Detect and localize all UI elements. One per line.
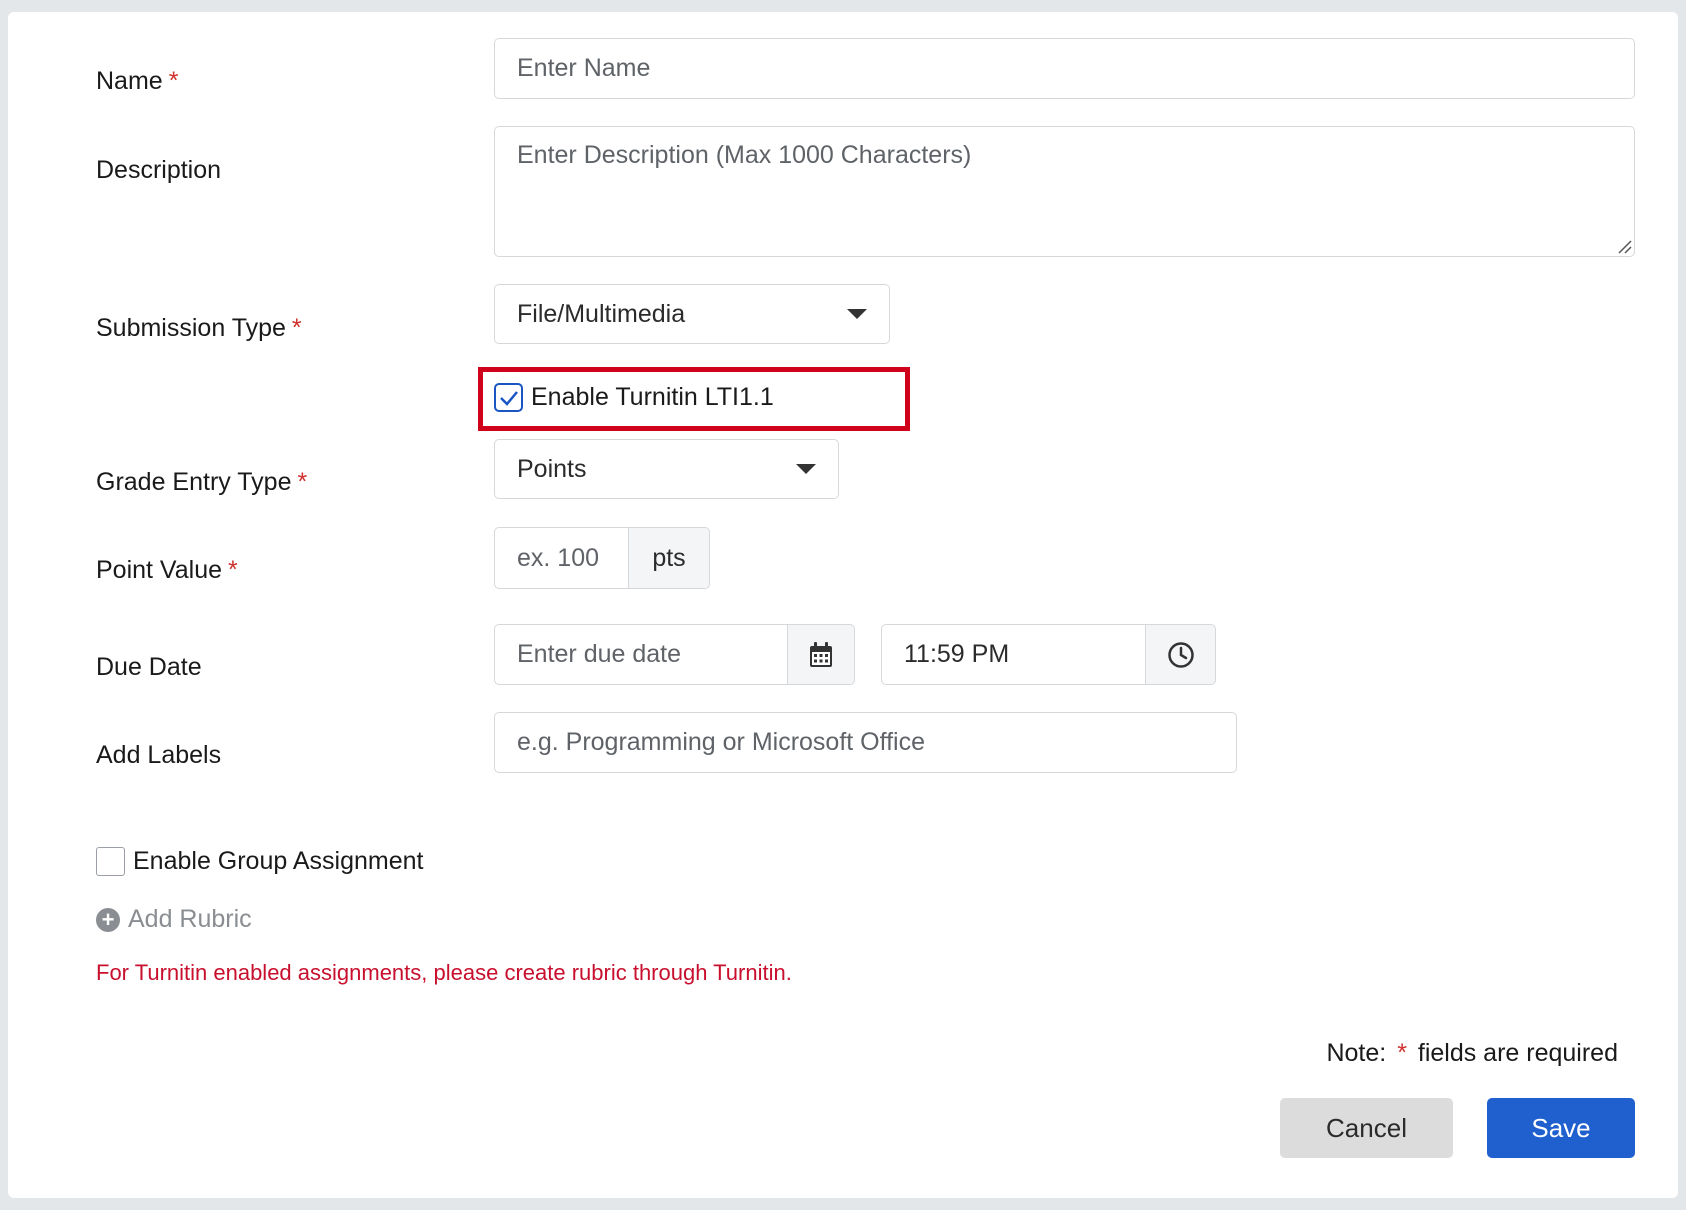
plus-circle-icon: + [96, 907, 120, 932]
time-picker-button[interactable] [1145, 624, 1216, 685]
turnitin-checkbox-row[interactable]: Enable Turnitin LTI1.1 [494, 383, 774, 412]
clock-icon [1167, 641, 1194, 668]
group-assignment-checkbox-row[interactable]: Enable Group Assignment [96, 847, 423, 876]
turnitin-checkbox[interactable] [494, 383, 523, 412]
labels-input[interactable]: e.g. Programming or Microsoft Office [494, 712, 1237, 773]
due-date-input[interactable]: Enter due date [494, 624, 789, 685]
required-marker: * [168, 67, 179, 95]
labels-placeholder: e.g. Programming or Microsoft Office [517, 728, 926, 756]
submission-type-label: Submission Type * [96, 314, 302, 342]
group-assignment-checkbox[interactable] [96, 847, 125, 876]
grade-entry-type-label: Grade Entry Type * [96, 468, 308, 496]
checkmark-icon [499, 390, 518, 406]
assignment-form-card: Name * Enter Name Description Enter Descr… [8, 12, 1678, 1198]
turnitin-rubric-warning: For Turnitin enabled assignments, please… [96, 960, 792, 985]
add-labels-label: Add Labels [96, 741, 222, 769]
submission-type-value: File/Multimedia [517, 299, 686, 328]
description-label: Description [96, 156, 222, 184]
grade-entry-type-value: Points [517, 454, 587, 483]
save-button[interactable]: Save [1487, 1098, 1635, 1158]
description-placeholder: Enter Description (Max 1000 Characters) [517, 141, 972, 169]
calendar-icon [810, 641, 832, 667]
points-unit-addon: pts [628, 527, 710, 589]
name-input[interactable]: Enter Name [494, 38, 1635, 99]
name-label: Name * [96, 67, 179, 95]
turnitin-label: Enable Turnitin LTI1.1 [531, 383, 774, 411]
due-time-value: 11:59 PM [904, 640, 1010, 668]
cancel-button[interactable]: Cancel [1280, 1098, 1453, 1158]
add-rubric-label: Add Rubric [128, 905, 252, 933]
chevron-down-icon [796, 464, 816, 474]
due-date-placeholder: Enter due date [517, 640, 682, 668]
submission-type-select[interactable]: File/Multimedia [494, 284, 890, 344]
point-value-placeholder: ex. 100 [517, 543, 600, 572]
chevron-down-icon [847, 309, 867, 319]
description-textarea[interactable]: Enter Description (Max 1000 Characters) [494, 126, 1635, 257]
calendar-button[interactable] [787, 624, 855, 685]
required-marker: * [228, 556, 238, 584]
required-marker: * [291, 314, 302, 342]
due-time-input[interactable]: 11:59 PM [881, 624, 1147, 685]
required-marker: * [297, 468, 308, 496]
name-placeholder: Enter Name [517, 54, 651, 82]
required-marker: * [1397, 1039, 1407, 1067]
required-fields-note: Note: * fields are required [1326, 1039, 1618, 1067]
resize-grip-icon[interactable] [1616, 238, 1632, 254]
group-assignment-label: Enable Group Assignment [133, 847, 424, 875]
grade-entry-type-select[interactable]: Points [494, 439, 839, 499]
point-value-label: Point Value * [96, 556, 238, 584]
due-date-label: Due Date [96, 653, 202, 681]
point-value-input[interactable]: ex. 100 [494, 527, 630, 589]
add-rubric-button[interactable]: + Add Rubric [96, 905, 252, 934]
